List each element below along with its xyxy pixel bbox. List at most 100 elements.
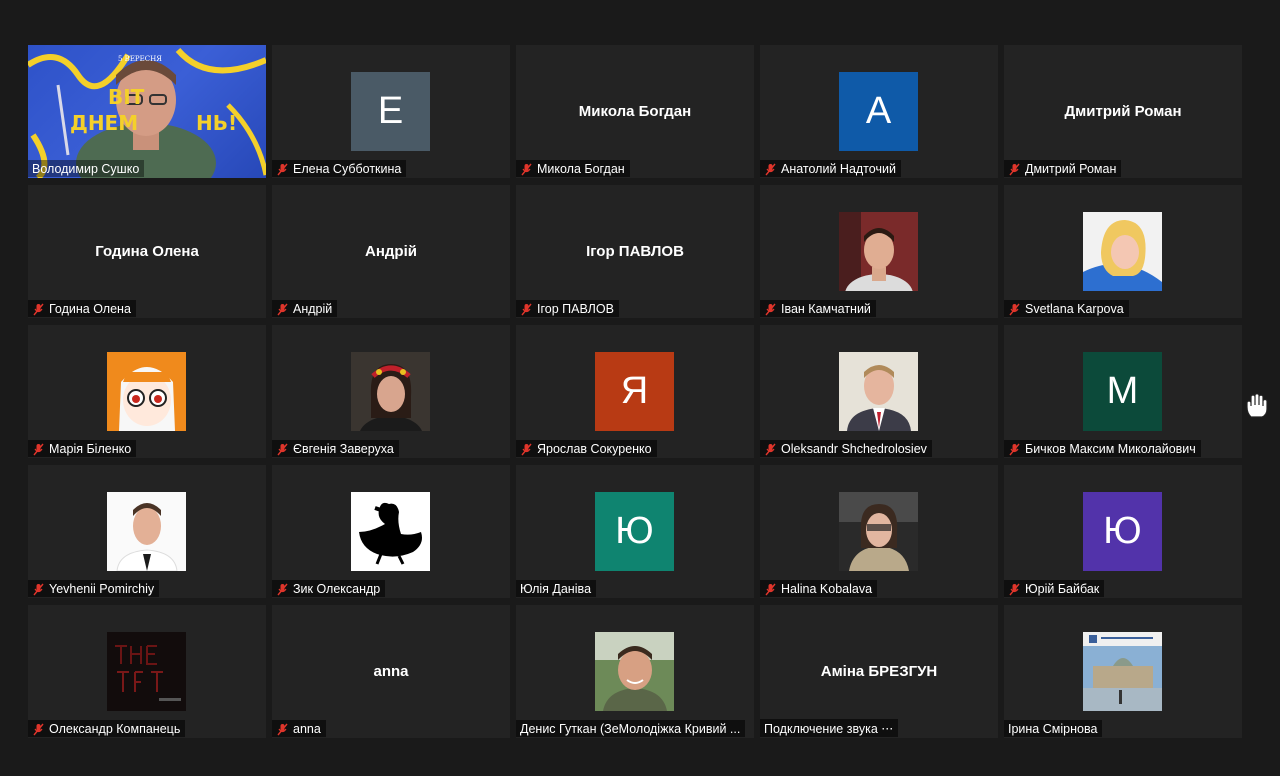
participant-name: Андрій: [293, 302, 333, 316]
mic-muted-icon: [765, 163, 776, 175]
mic-muted-icon: [1009, 583, 1020, 595]
participant-display-name: Ігор ПАВЛОВ: [586, 243, 684, 260]
avatar-photo: [351, 351, 430, 431]
participant-name: Володимир Сушко: [32, 162, 140, 176]
participant-tile[interactable]: Микола Богдан Микола Богдан: [516, 45, 754, 178]
participant-name-label: Подключение звука ⋅⋅⋅: [760, 719, 899, 737]
avatar-letter: Ю: [615, 509, 654, 552]
avatar-photo: [107, 631, 186, 711]
participant-name: Юлія Данівa: [520, 582, 592, 596]
banner-date: 5 ВЕРЕСНЯ: [118, 55, 162, 63]
participant-tile[interactable]: Ігор ПАВЛОВ Ігор ПАВЛОВ: [516, 185, 754, 318]
participant-name: Марія Біленко: [49, 442, 132, 456]
participant-name-label: Ірина Смірнова: [1004, 720, 1103, 737]
participant-tile[interactable]: Євгенія Заверуха: [272, 325, 510, 458]
participant-tile[interactable]: Oleksandr Shchedrolosiev: [760, 325, 998, 458]
participant-name: Halina Kobalava: [781, 582, 873, 596]
mic-muted-icon: [33, 723, 44, 735]
avatar-letter: Ю: [1103, 509, 1142, 552]
participant-tile[interactable]: E Елена Субботкина: [272, 45, 510, 178]
avatar: M: [1083, 351, 1162, 431]
mic-muted-icon: [521, 443, 532, 455]
participant-display-name: Година Олена: [95, 243, 199, 260]
participant-name-label: Володимир Сушко: [28, 160, 145, 177]
participant-name: Микола Богдан: [537, 162, 625, 176]
avatar-letter: Я: [620, 369, 649, 412]
mic-muted-icon: [277, 723, 288, 735]
participant-tile[interactable]: Марія Біленко: [28, 325, 266, 458]
mic-muted-icon: [765, 443, 776, 455]
participant-name-label: Елена Субботкина: [272, 160, 407, 177]
participant-tile[interactable]: Svetlana Karpova: [1004, 185, 1242, 318]
avatar-letter: M: [1106, 369, 1139, 412]
participant-tile[interactable]: Зик Олександр: [272, 465, 510, 598]
participant-tile[interactable]: Олександр Компанець: [28, 605, 266, 738]
mic-muted-icon: [33, 583, 44, 595]
mic-muted-icon: [765, 303, 776, 315]
participant-name-label: Андрій: [272, 300, 338, 317]
participant-name-label: Денис Гуткан (ЗеМолодіжка Кривий ...: [516, 720, 746, 737]
participant-name: Yevhenii Pomirchiy: [49, 582, 155, 596]
mic-muted-icon: [1009, 163, 1020, 175]
participant-name: Юрій Байбак: [1025, 582, 1100, 596]
participant-name: Бичков Максим Миколайович: [1025, 442, 1196, 456]
participant-name: Олександр Компанець: [49, 722, 181, 736]
mic-muted-icon: [33, 443, 44, 455]
gallery-grid: 5 ВЕРЕСНЯ ВІТ ДНЕМ НЬ! Володимир Сушко E…: [28, 45, 1242, 738]
participant-name: Євгенія Заверуха: [293, 442, 394, 456]
mic-muted-icon: [521, 303, 532, 315]
participant-display-name: Дмитрий Роман: [1064, 103, 1182, 120]
participant-tile[interactable]: A Анатолий Надточий: [760, 45, 998, 178]
participant-display-name: Микола Богдан: [578, 103, 692, 120]
participant-name: Ярослав Сокуренко: [537, 442, 652, 456]
participant-tile[interactable]: Денис Гуткан (ЗеМолодіжка Кривий ...: [516, 605, 754, 738]
participant-display-name: Андрій: [365, 243, 417, 260]
participant-name: Ігор ПАВЛОВ: [537, 302, 614, 316]
participant-tile[interactable]: Я Ярослав Сокуренко: [516, 325, 754, 458]
participant-tile[interactable]: Yevhenii Pomirchiy: [28, 465, 266, 598]
participant-name-label: Svetlana Karpova: [1004, 300, 1129, 317]
participant-tile[interactable]: M Бичков Максим Миколайович: [1004, 325, 1242, 458]
participant-tile[interactable]: Ю Юлія Данівa: [516, 465, 754, 598]
mic-muted-icon: [1009, 443, 1020, 455]
raised-hand-icon[interactable]: [1244, 393, 1270, 419]
avatar: E: [351, 71, 430, 151]
participant-name-label: Микола Богдан: [516, 160, 630, 177]
mic-muted-icon: [521, 163, 532, 175]
participant-name-label: Ігор ПАВЛОВ: [516, 300, 619, 317]
participant-name: Анатолий Надточий: [781, 162, 896, 176]
banner-text-1: ВІТ: [108, 85, 145, 109]
mic-muted-icon: [277, 303, 288, 315]
avatar-letter: A: [865, 89, 892, 132]
participant-tile[interactable]: anna anna: [272, 605, 510, 738]
avatar-photo: [107, 351, 186, 431]
participant-name: Елена Субботкина: [293, 162, 402, 176]
avatar-photo: [839, 351, 918, 431]
participant-tile[interactable]: Аміна БРЕЗГУН Подключение звука ⋅⋅⋅: [760, 605, 998, 738]
participant-name-label: Євгенія Заверуха: [272, 440, 399, 457]
participant-tile[interactable]: Андрій Андрій: [272, 185, 510, 318]
participant-name-label: Halina Kobalava: [760, 580, 878, 597]
avatar: Я: [595, 351, 674, 431]
participant-tile[interactable]: Halina Kobalava: [760, 465, 998, 598]
participant-tile[interactable]: 5 ВЕРЕСНЯ ВІТ ДНЕМ НЬ! Володимир Сушко: [28, 45, 266, 178]
banner-text-2: ДНЕМ: [70, 111, 139, 135]
participant-name-label: Зик Олександр: [272, 580, 386, 597]
participant-name-label: Олександр Компанець: [28, 720, 186, 737]
audio-connecting-status: Подключение звука ⋅⋅⋅: [764, 722, 894, 736]
participant-name-label: Бичков Максим Миколайович: [1004, 440, 1201, 457]
avatar-photo: [839, 211, 918, 291]
mic-muted-icon: [277, 583, 288, 595]
avatar-photo: [839, 491, 918, 571]
participant-tile[interactable]: Ю Юрій Байбак: [1004, 465, 1242, 598]
participant-name-label: Юрій Байбак: [1004, 580, 1105, 597]
participant-display-name: anna: [373, 663, 409, 680]
participant-tile[interactable]: Година Олена Година Олена: [28, 185, 266, 318]
participant-tile[interactable]: Іван Камчатний: [760, 185, 998, 318]
banner-text-3: НЬ!: [196, 111, 238, 135]
participant-name: anna: [293, 722, 321, 736]
participant-tile[interactable]: Ірина Смірнова: [1004, 605, 1242, 738]
participant-tile[interactable]: Дмитрий Роман Дмитрий Роман: [1004, 45, 1242, 178]
avatar-photo: [351, 491, 430, 571]
avatar-photo: [1083, 211, 1162, 291]
